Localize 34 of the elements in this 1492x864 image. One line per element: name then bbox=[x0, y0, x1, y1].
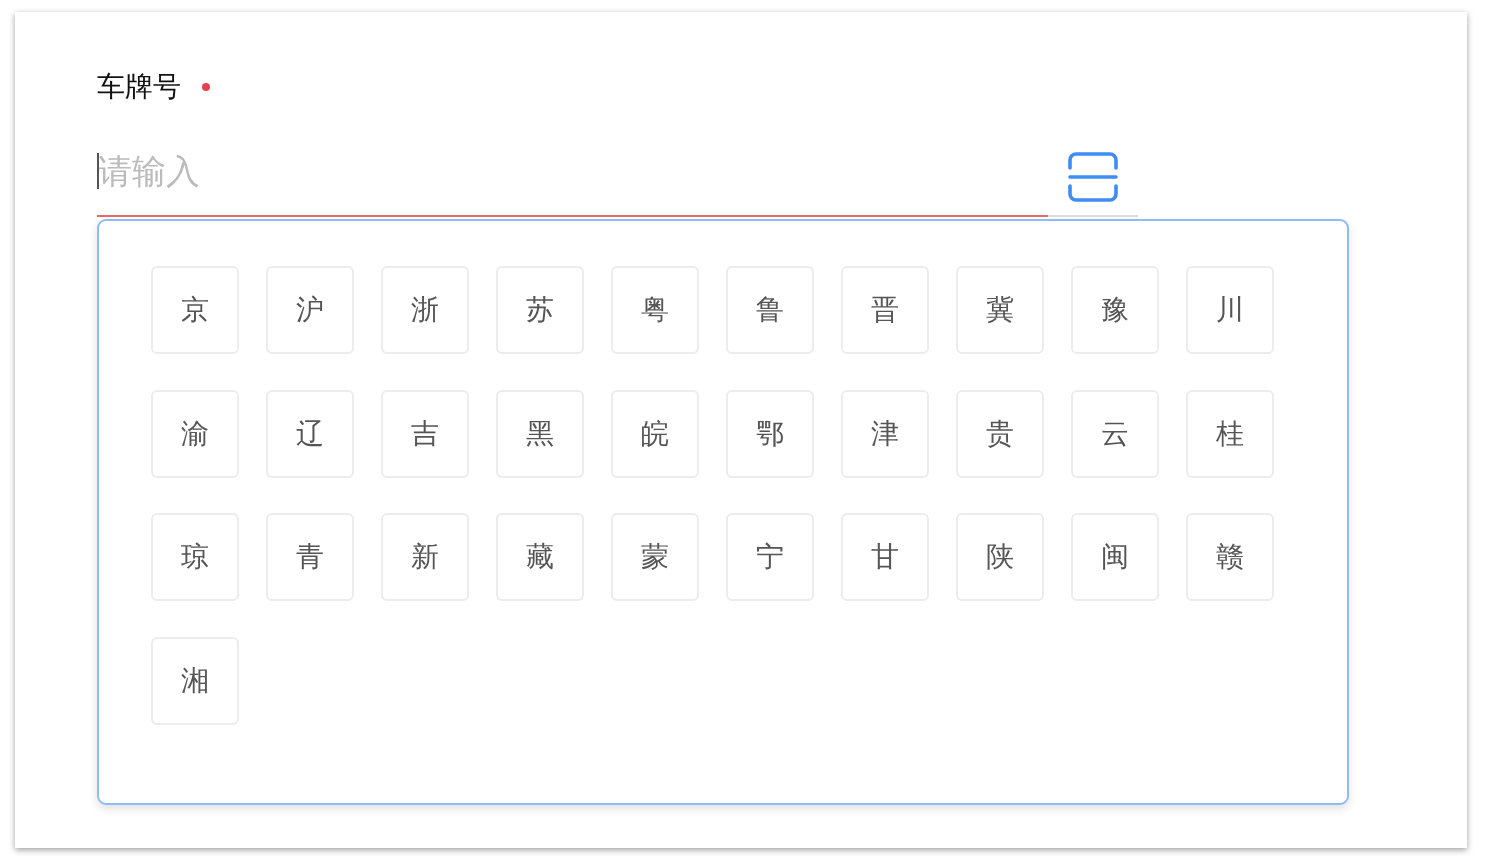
province-key[interactable]: 青 bbox=[266, 513, 354, 601]
province-key[interactable]: 辽 bbox=[266, 389, 354, 478]
province-key[interactable]: 吉 bbox=[381, 389, 469, 478]
province-key[interactable]: 桂 bbox=[1186, 389, 1274, 478]
province-key[interactable]: 苏 bbox=[496, 266, 584, 354]
province-key[interactable]: 贵 bbox=[956, 389, 1044, 478]
province-key[interactable]: 黑 bbox=[496, 389, 584, 478]
province-key[interactable]: 琼 bbox=[151, 513, 239, 601]
province-key[interactable]: 蒙 bbox=[611, 513, 699, 601]
province-key[interactable]: 沪 bbox=[266, 266, 354, 354]
province-key[interactable]: 冀 bbox=[956, 266, 1044, 354]
province-key[interactable]: 赣 bbox=[1186, 513, 1274, 601]
field-label: 车牌号 bbox=[97, 72, 181, 102]
scan-icon[interactable] bbox=[1068, 152, 1118, 202]
province-key[interactable]: 浙 bbox=[381, 266, 469, 354]
province-key[interactable]: 新 bbox=[381, 513, 469, 601]
input-field[interactable]: 请输入 bbox=[97, 142, 1048, 217]
province-key[interactable]: 闽 bbox=[1071, 513, 1159, 601]
province-key[interactable]: 京 bbox=[151, 266, 239, 354]
province-key[interactable]: 云 bbox=[1071, 389, 1159, 478]
province-key[interactable]: 鄂 bbox=[726, 389, 814, 478]
province-key[interactable]: 鲁 bbox=[726, 266, 814, 354]
province-key[interactable]: 川 bbox=[1186, 266, 1274, 354]
province-key[interactable]: 渝 bbox=[151, 389, 239, 478]
province-key[interactable]: 皖 bbox=[611, 389, 699, 478]
province-key[interactable]: 陕 bbox=[956, 513, 1044, 601]
province-key[interactable]: 藏 bbox=[496, 513, 584, 601]
province-key[interactable]: 豫 bbox=[1071, 266, 1159, 354]
province-key[interactable]: 湘 bbox=[151, 636, 239, 725]
province-key[interactable]: 粤 bbox=[611, 266, 699, 354]
province-key[interactable]: 甘 bbox=[841, 513, 929, 601]
province-key[interactable]: 津 bbox=[841, 389, 929, 478]
province-key[interactable]: 宁 bbox=[726, 513, 814, 601]
province-key[interactable]: 晋 bbox=[841, 266, 929, 354]
